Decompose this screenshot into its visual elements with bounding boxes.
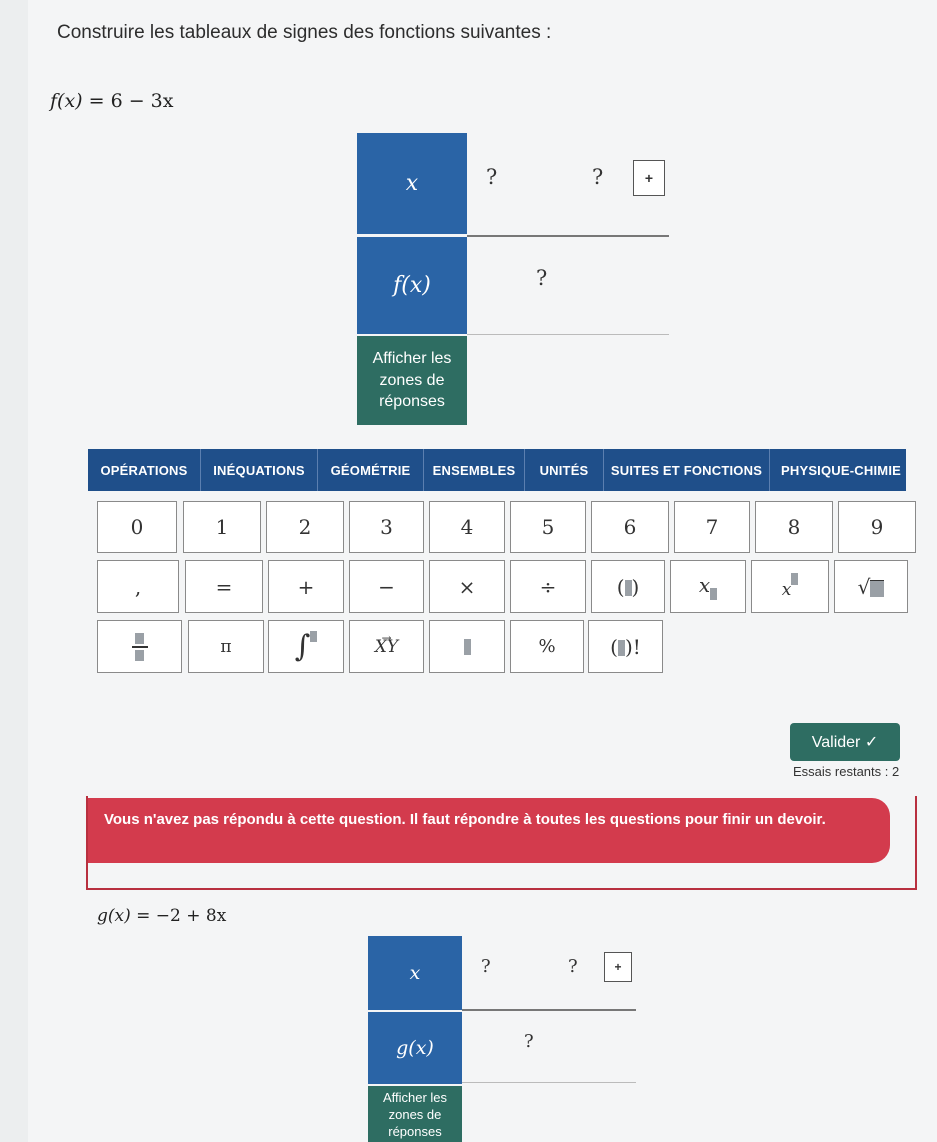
key-pi[interactable]: π xyxy=(188,620,264,673)
tab-suites-fonctions[interactable]: SUITES ET FONCTIONS xyxy=(604,449,770,491)
show-zones-button-2[interactable]: Afficher les zones de réponses xyxy=(368,1086,462,1142)
table2-bottom-line xyxy=(462,1082,636,1083)
key-7[interactable]: 7 xyxy=(674,501,750,553)
key-subscript[interactable]: x xyxy=(670,560,746,613)
key-6[interactable]: 6 xyxy=(591,501,669,553)
key-9[interactable]: 9 xyxy=(838,501,916,553)
factorial-icon: ()! xyxy=(610,634,641,659)
key-factorial[interactable]: ()! xyxy=(588,620,663,673)
key-integral[interactable]: ∫ xyxy=(268,620,344,673)
table2-value-2[interactable]: ? xyxy=(568,956,578,977)
table1-divider xyxy=(467,235,669,237)
table2-row-label: g(x) xyxy=(396,1037,434,1059)
table2-sign-cell[interactable]: ? xyxy=(524,1031,534,1052)
validate-button[interactable]: Valider ✓ xyxy=(790,723,900,761)
alert-message: Vous n'avez pas répondu à cette question… xyxy=(88,798,890,863)
key-times[interactable]: × xyxy=(429,560,505,613)
parentheses-icon: () xyxy=(616,574,640,599)
key-parentheses[interactable]: () xyxy=(591,560,665,613)
keyboard-tabs: OPÉRATIONS INÉQUATIONS GÉOMÉTRIE ENSEMBL… xyxy=(88,449,906,491)
key-5[interactable]: 5 xyxy=(510,501,586,553)
key-placeholder[interactable] xyxy=(429,620,505,673)
function-f-rhs: = 6 − 3x xyxy=(88,90,174,112)
key-1[interactable]: 1 xyxy=(183,501,261,553)
integral-icon: ∫ xyxy=(295,629,318,664)
tab-ensembles[interactable]: ENSEMBLES xyxy=(424,449,525,491)
key-minus[interactable]: − xyxy=(349,560,424,613)
tab-physique-chimie[interactable]: PHYSIQUE-CHIMIE xyxy=(770,449,912,491)
table1-sign-cell[interactable]: ? xyxy=(536,266,547,290)
key-divide[interactable]: ÷ xyxy=(510,560,586,613)
table1-add-button[interactable]: + xyxy=(633,160,665,196)
table2-g-header: g(x) xyxy=(368,1012,462,1084)
function-g-rhs: = −2 + 8x xyxy=(136,906,227,926)
key-fraction[interactable] xyxy=(97,620,182,673)
key-vector[interactable]: XY → xyxy=(349,620,424,673)
table1-row-label: f(x) xyxy=(393,273,431,298)
placeholder-icon xyxy=(463,638,471,655)
show-zones-button-1[interactable]: Afficher les zones de réponses xyxy=(357,336,467,425)
instruction-text: Construire les tableaux de signes des fo… xyxy=(57,22,552,43)
tab-geometrie[interactable]: GÉOMÉTRIE xyxy=(318,449,424,491)
function-f-definition: f(x) = 6 − 3x xyxy=(50,90,173,112)
table1-value-1[interactable]: ? xyxy=(486,165,497,189)
tab-operations[interactable]: OPÉRATIONS xyxy=(88,449,201,491)
table2-x-header: x xyxy=(368,936,462,1010)
table1-x-header: x xyxy=(357,133,467,234)
tab-unites[interactable]: UNITÉS xyxy=(525,449,604,491)
function-g-definition: g(x) = −2 + 8x xyxy=(97,906,226,926)
key-percent[interactable]: % xyxy=(510,620,584,673)
fraction-icon xyxy=(131,632,148,661)
table2-divider xyxy=(462,1009,636,1011)
vector-icon: XY → xyxy=(374,630,399,657)
key-plus[interactable]: + xyxy=(268,560,344,613)
sqrt-icon: √ xyxy=(858,575,885,599)
remaining-attempts: Essais restants : 2 xyxy=(793,764,900,779)
key-4[interactable]: 4 xyxy=(429,501,505,553)
key-power[interactable]: x xyxy=(751,560,829,613)
key-comma[interactable]: , xyxy=(97,560,179,613)
key-0[interactable]: 0 xyxy=(97,501,177,553)
key-8[interactable]: 8 xyxy=(755,501,833,553)
key-sqrt[interactable]: √ xyxy=(834,560,908,613)
power-icon: x xyxy=(782,573,799,600)
table1-x-label: x xyxy=(405,171,419,196)
table1-value-2[interactable]: ? xyxy=(592,165,603,189)
key-3[interactable]: 3 xyxy=(349,501,424,553)
function-f-lhs: f(x) xyxy=(50,90,83,112)
table1-f-header: f(x) xyxy=(357,237,467,334)
table2-x-label: x xyxy=(409,962,421,984)
table2-add-button[interactable]: + xyxy=(604,952,632,982)
table2-value-1[interactable]: ? xyxy=(481,956,491,977)
function-g-lhs: g(x) xyxy=(97,906,131,926)
key-equals[interactable]: = xyxy=(185,560,263,613)
subscript-icon: x xyxy=(699,573,718,600)
table1-bottom-line xyxy=(467,334,669,335)
tab-inequations[interactable]: INÉQUATIONS xyxy=(201,449,318,491)
key-2[interactable]: 2 xyxy=(266,501,344,553)
